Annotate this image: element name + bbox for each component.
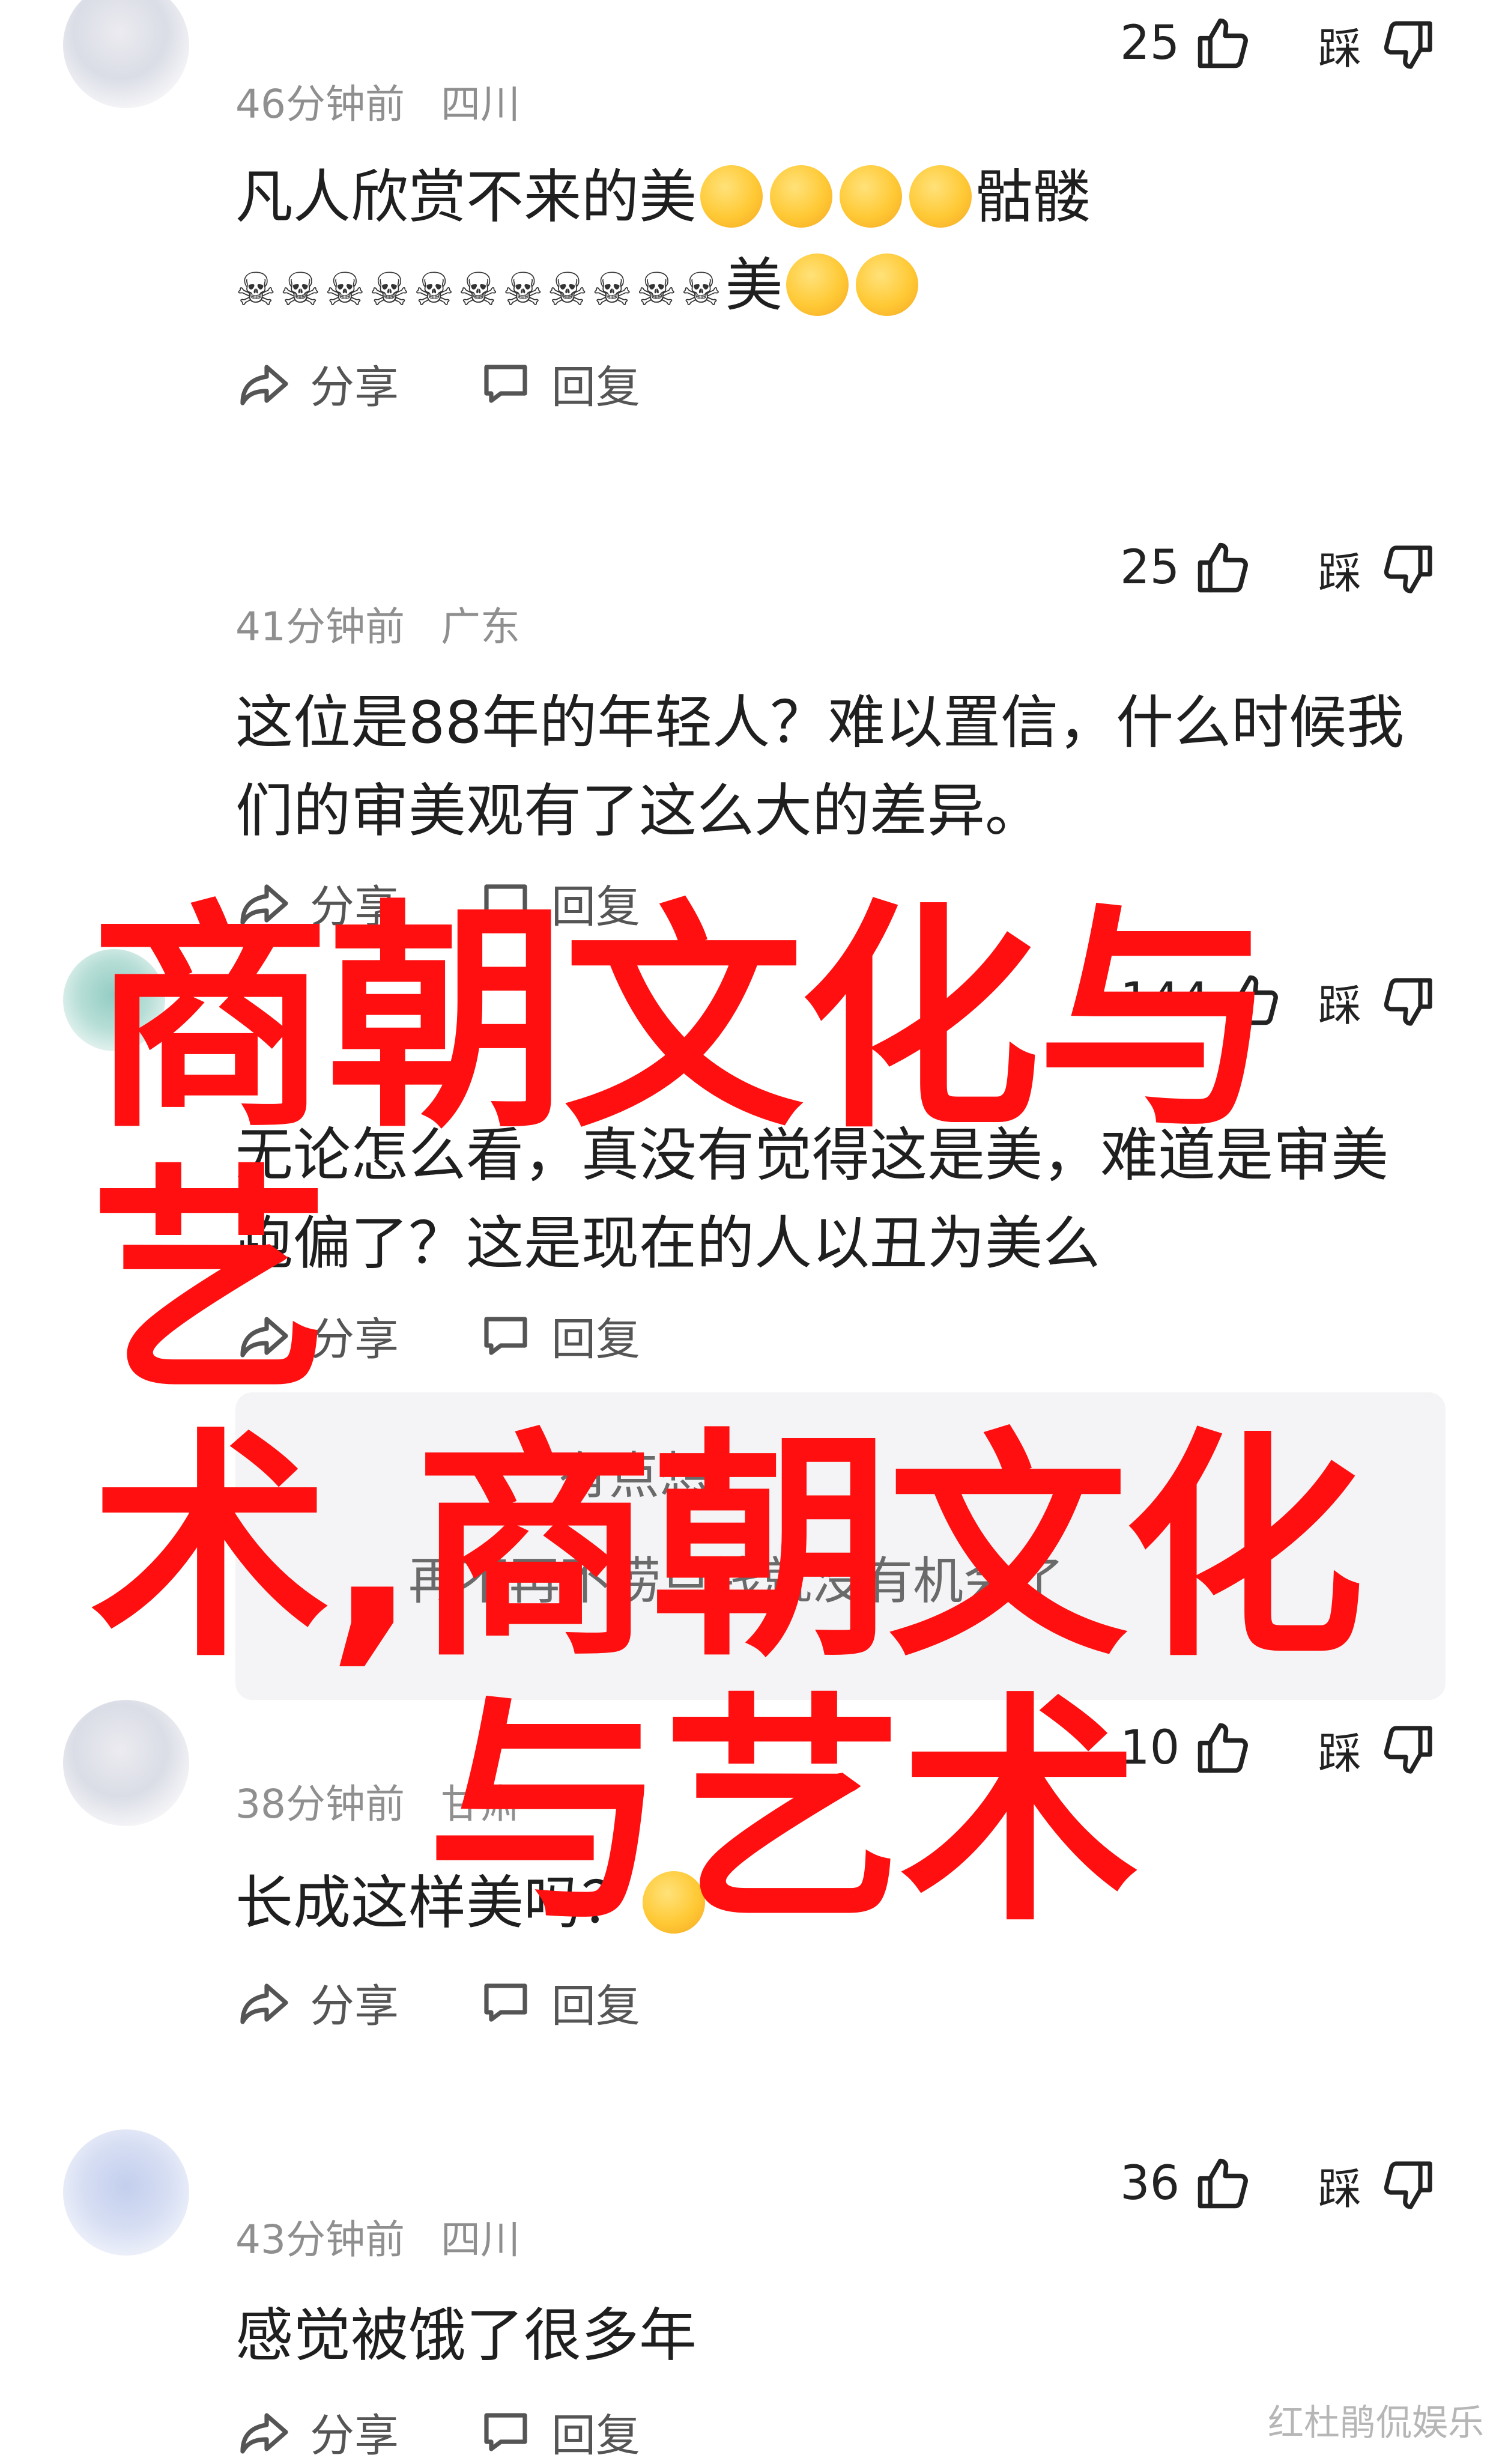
dislike-button[interactable]: 踩 xyxy=(1318,538,1437,601)
comment-location: 四川 xyxy=(440,2217,520,2263)
comment-meta: 46分钟前 四川 xyxy=(235,72,520,130)
comment-location: 四川 xyxy=(440,81,520,127)
like-count: 36 xyxy=(1120,2156,1180,2211)
title-overlay: 商朝文化与艺 术,商朝文化 与艺术 xyxy=(90,889,1429,1946)
overlay-line: 商朝文化与艺 xyxy=(90,881,1277,1425)
thumbs-up-icon xyxy=(1198,542,1249,593)
overlay-line: 术,商朝文化 xyxy=(90,1410,1364,1689)
thumbs-down-icon xyxy=(1384,2161,1432,2209)
comment-text: 凡人欣赏不来的美 骷髅 ☠☠☠☠☠☠☠☠☠☠☠美 xyxy=(235,163,1091,319)
comment-time: 41分钟前 xyxy=(235,604,405,650)
tongue-emoji-icon xyxy=(840,165,902,228)
avatar[interactable] xyxy=(63,0,189,108)
like-button[interactable]: 25 xyxy=(1120,13,1253,73)
thumbs-down-icon xyxy=(1384,545,1432,593)
share-button[interactable]: 分享 xyxy=(235,2400,399,2464)
dislike-label: 踩 xyxy=(1318,2164,1362,2214)
grin-emoji-icon xyxy=(786,253,849,316)
share-button[interactable]: 分享 xyxy=(235,1970,399,2035)
comment-location: 广东 xyxy=(440,604,520,650)
reply-label: 回复 xyxy=(551,2410,640,2462)
comment-icon xyxy=(484,364,527,403)
comment-text: 感觉被饿了很多年 xyxy=(235,2302,697,2369)
avatar[interactable] xyxy=(63,505,189,631)
comment-meta: 41分钟前 广东 xyxy=(235,595,520,652)
overlay-line: 与艺术 xyxy=(426,1674,1140,1953)
comment-icon xyxy=(484,2412,527,2451)
tongue-emoji-icon xyxy=(909,165,972,228)
share-label: 分享 xyxy=(310,362,399,413)
comment-time: 43分钟前 xyxy=(235,2217,405,2263)
grin-emoji-icon xyxy=(700,165,763,228)
share-label: 分享 xyxy=(310,2410,399,2462)
dislike-label: 踩 xyxy=(1318,548,1362,598)
thumbs-up-icon xyxy=(1198,18,1249,68)
comment-text: 这位是88年的年轻人？难以置信，什么时候我 们的审美观有了这么大的差异。 xyxy=(235,689,1405,845)
comment-actions: 分享 回复 xyxy=(235,2400,640,2464)
tongue-emoji-icon xyxy=(770,165,832,228)
like-count: 25 xyxy=(1120,541,1180,595)
avatar[interactable] xyxy=(63,2129,189,2256)
share-icon xyxy=(240,2412,288,2454)
thumbs-down-icon xyxy=(1384,20,1432,69)
reply-button[interactable]: 回复 xyxy=(477,2400,640,2464)
like-button[interactable]: 36 xyxy=(1120,2153,1253,2214)
comment-actions: 分享 回复 xyxy=(235,351,640,416)
share-label: 分享 xyxy=(310,1980,399,2032)
comment-time: 46分钟前 xyxy=(235,81,405,127)
dislike-label: 踩 xyxy=(1318,23,1362,74)
dislike-button[interactable]: 踩 xyxy=(1318,13,1437,76)
comment-meta: 43分钟前 四川 xyxy=(235,2208,520,2265)
comment-actions: 分享 回复 xyxy=(235,1970,640,2035)
like-button[interactable]: 25 xyxy=(1120,538,1253,598)
tongue-emoji-icon xyxy=(856,253,919,316)
share-icon xyxy=(240,1983,288,2024)
reply-button[interactable]: 回复 xyxy=(477,351,640,416)
reply-label: 回复 xyxy=(551,362,640,413)
share-icon xyxy=(240,364,288,405)
comment-icon xyxy=(484,1983,527,2022)
share-button[interactable]: 分享 xyxy=(235,351,399,416)
watermark: 红杜鹃侃娱乐 xyxy=(1268,2402,1484,2444)
thumbs-up-icon xyxy=(1198,2158,1249,2209)
reply-label: 回复 xyxy=(551,1980,640,2032)
skull-emoji-row: ☠☠☠☠☠☠☠☠☠☠☠ xyxy=(235,262,725,316)
like-count: 25 xyxy=(1120,16,1180,70)
dislike-button[interactable]: 踩 xyxy=(1318,2153,1437,2217)
reply-button[interactable]: 回复 xyxy=(477,1970,640,2035)
